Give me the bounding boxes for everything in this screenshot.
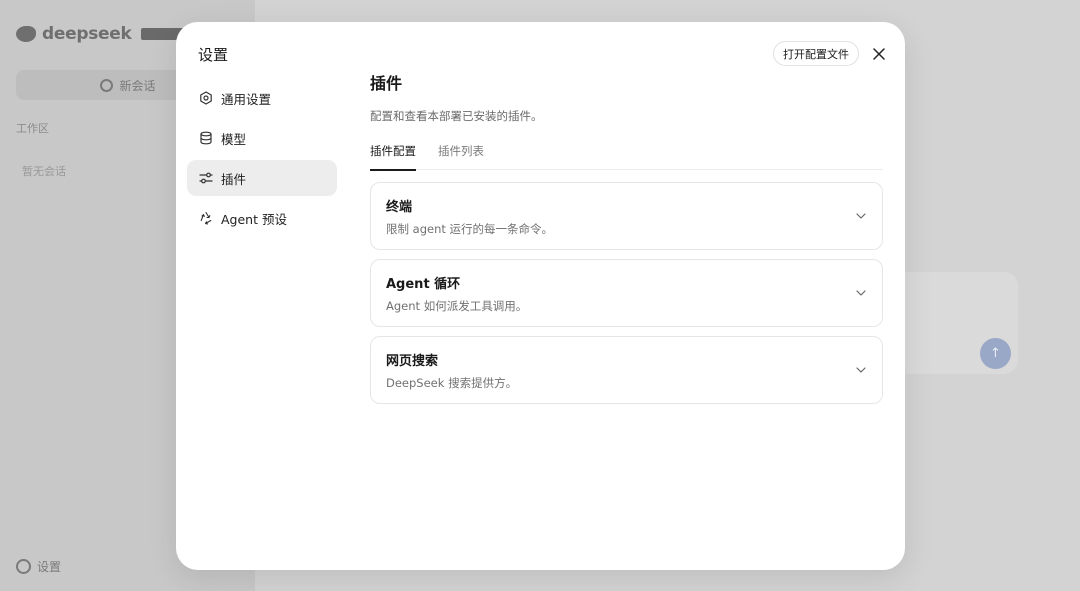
gear-icon [198,91,213,106]
new-chat-label: 新会话 [119,78,156,93]
plugin-tabs: 插件配置 插件列表 [370,142,883,171]
nav-item-label: 通用设置 [221,91,272,107]
nav-item-label: 插件 [221,171,247,187]
nav-item-plugins[interactable]: 插件 [187,160,337,196]
app-logo-text: deepseek [42,24,132,44]
card-title: 终端 [386,200,413,215]
chevron-down-icon [856,365,866,375]
panel-description: 配置和查看本部署已安装的插件。 [370,109,543,123]
settings-modal: 设置 打开配置文件 通用设置 模型 插件 Agent 预设 插件 配置和查看本部… [176,22,905,570]
plugins-panel: 插件 配置和查看本部署已安装的插件。 插件配置 插件列表 终端 限制 agent… [370,70,883,413]
chevron-down-icon [856,211,866,221]
card-description: DeepSeek 搜索提供方。 [386,376,518,390]
workspace-section-label: 工作区 [16,122,49,135]
chevron-down-icon [856,288,866,298]
gear-icon [16,559,31,574]
nav-item-label: 模型 [221,131,247,147]
nav-item-model[interactable]: 模型 [187,120,337,156]
arrow-up-icon: ↑ [990,346,1001,361]
plugin-card-web-search[interactable]: 网页搜索 DeepSeek 搜索提供方。 [370,336,883,404]
sidebar-settings-button[interactable]: 设置 [16,558,61,575]
whale-logo-icon [16,26,36,42]
plus-circle-icon [100,78,114,92]
close-button[interactable] [869,44,889,64]
settings-nav: 通用设置 模型 插件 Agent 预设 [187,80,337,240]
card-description: 限制 agent 运行的每一条命令。 [386,222,554,236]
nav-item-label: Agent 预设 [221,211,287,227]
panel-title: 插件 [370,74,403,93]
close-icon [873,48,885,60]
nav-item-general[interactable]: 通用设置 [187,80,337,116]
app-logo: deepseek [16,24,188,44]
modal-title: 设置 [198,46,229,64]
tab-plugin-config[interactable]: 插件配置 [370,142,416,171]
recycle-icon [198,211,213,226]
sliders-icon [198,171,213,186]
card-title: 网页搜索 [386,354,439,369]
sidebar-settings-label: 设置 [37,560,62,574]
open-config-file-button[interactable]: 打开配置文件 [773,41,859,66]
plugin-card-terminal[interactable]: 终端 限制 agent 运行的每一条命令。 [370,182,883,250]
tab-plugin-list[interactable]: 插件列表 [438,142,484,170]
card-title: Agent 循环 [386,277,461,292]
database-icon [198,131,213,146]
plugin-card-agent-loop[interactable]: Agent 循环 Agent 如何派发工具调用。 [370,259,883,327]
empty-sessions-text: 暂无会话 [22,165,66,178]
card-description: Agent 如何派发工具调用。 [386,299,528,313]
send-button: ↑ [980,338,1011,369]
plugin-card-list: 终端 限制 agent 运行的每一条命令。 Agent 循环 Agent 如何派… [370,182,883,404]
nav-item-agent-presets[interactable]: Agent 预设 [187,200,337,236]
